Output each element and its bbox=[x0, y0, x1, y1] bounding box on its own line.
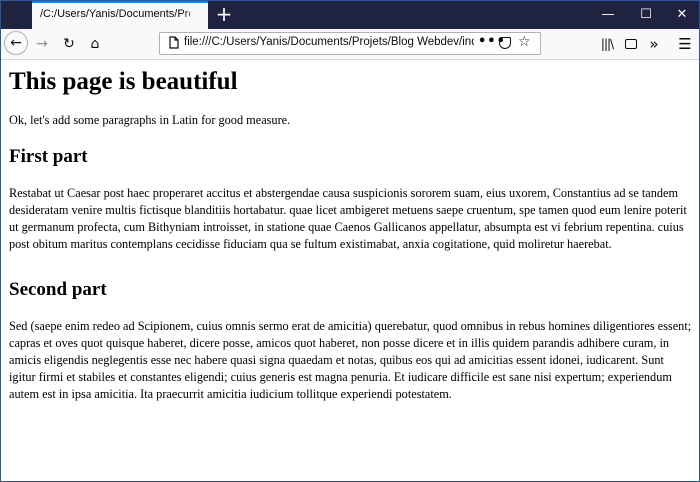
maximize-button[interactable]: ☐ bbox=[629, 1, 663, 29]
section-heading-first: First part bbox=[9, 146, 88, 167]
tab-bar: /C:/Users/Yanis/Documents/Projets/Blog W… bbox=[1, 1, 699, 29]
page-content: This page is beautiful Ok, let's add som… bbox=[1, 60, 699, 481]
section-paragraph-first: Restabat ut Caesar post haec properaret … bbox=[9, 186, 687, 251]
library-icon: |||\ bbox=[600, 37, 614, 51]
section-paragraph-second: Sed (saepe enim redeo ad Scipionem, cuiu… bbox=[9, 319, 692, 401]
new-tab-button[interactable]: + bbox=[212, 3, 236, 27]
page-title: This page is beautiful bbox=[9, 68, 238, 95]
minimize-button[interactable]: — bbox=[591, 1, 625, 29]
arrow-left-icon: ← bbox=[10, 35, 22, 51]
sidebar-button[interactable] bbox=[619, 32, 643, 56]
navigation-toolbar: ← → ↻ ⌂ file:///C:/Users/Yanis/Documents… bbox=[1, 29, 699, 60]
tab-title-fade bbox=[182, 3, 208, 29]
section-heading-second: Second part bbox=[9, 279, 107, 300]
url-text[interactable]: file:///C:/Users/Yanis/Documents/Projets… bbox=[184, 36, 474, 48]
arrow-right-icon: → bbox=[36, 36, 48, 52]
back-button[interactable]: ← bbox=[4, 31, 28, 55]
open-menu-button[interactable]: ☰ bbox=[673, 32, 697, 56]
hamburger-menu-icon: ☰ bbox=[678, 35, 692, 53]
chevron-double-right-icon: » bbox=[649, 35, 659, 53]
bookmark-star-icon[interactable]: ☆ bbox=[518, 34, 531, 50]
home-button[interactable]: ⌂ bbox=[83, 32, 107, 56]
home-icon: ⌂ bbox=[90, 36, 100, 52]
page-info-icon[interactable] bbox=[166, 36, 181, 51]
close-window-button[interactable]: ✕ bbox=[665, 1, 699, 29]
reload-button[interactable]: ↻ bbox=[57, 32, 81, 56]
forward-button[interactable]: → bbox=[30, 32, 54, 56]
intro-paragraph: Ok, let's add some paragraphs in Latin f… bbox=[9, 113, 291, 127]
pocket-icon[interactable] bbox=[499, 37, 511, 49]
overflow-menu-button[interactable]: » bbox=[642, 32, 666, 56]
reload-icon: ↻ bbox=[63, 36, 75, 52]
browser-window: /C:/Users/Yanis/Documents/Projets/Blog W… bbox=[0, 0, 700, 482]
tab-title: /C:/Users/Yanis/Documents/Projets/Blog W… bbox=[40, 8, 190, 20]
sidebar-icon bbox=[625, 39, 637, 49]
url-bar[interactable]: file:///C:/Users/Yanis/Documents/Projets… bbox=[159, 32, 541, 55]
library-button[interactable]: |||\ bbox=[595, 32, 619, 56]
active-tab[interactable]: /C:/Users/Yanis/Documents/Projets/Blog W… bbox=[32, 1, 208, 29]
document-icon bbox=[169, 36, 179, 49]
